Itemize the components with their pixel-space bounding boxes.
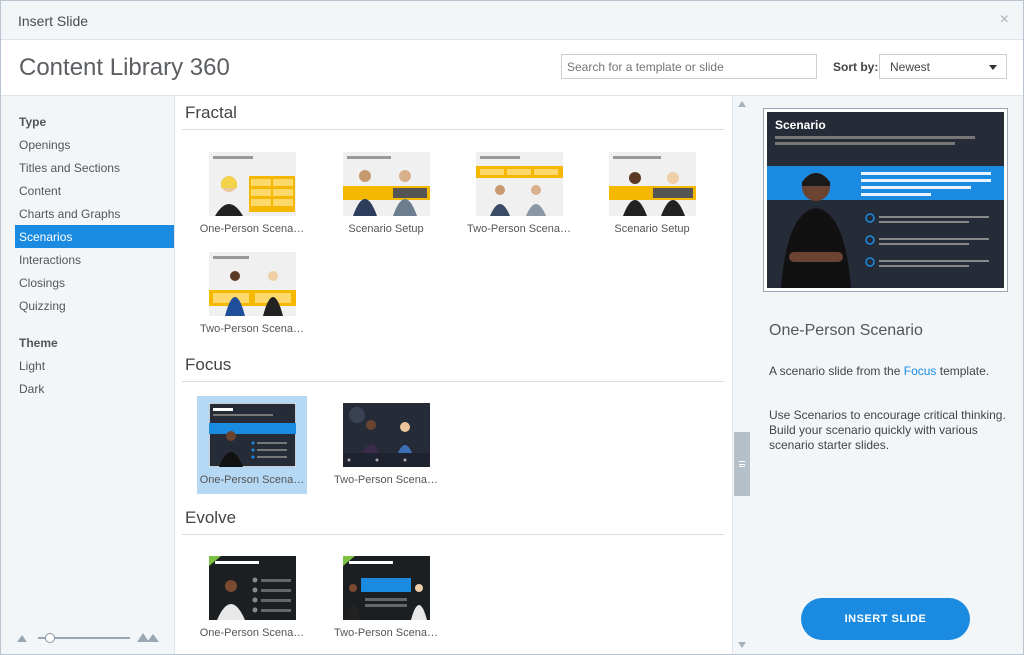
thumbnail-image: [343, 556, 430, 620]
sidebar-item-quizzing[interactable]: Quizzing: [15, 294, 174, 317]
thumbnail-zoom-slider[interactable]: [17, 631, 162, 645]
thumbnail-image: [343, 403, 430, 467]
thumbnail-label: One-Person Scena…: [199, 223, 305, 235]
thumbnail-image: [209, 556, 296, 620]
slide-thumbnail-fractal-scenario-setup-2[interactable]: Scenario Setup: [597, 145, 707, 243]
scroll-down-arrow-icon[interactable]: [738, 642, 746, 648]
thumbnail-label: One-Person Scena…: [199, 627, 305, 639]
slide-thumbnail-fractal-one-person[interactable]: One-Person Scena…: [197, 145, 307, 243]
slide-thumbnail-evolve-two-person[interactable]: Two-Person Scena…: [331, 549, 441, 647]
sidebar-item-light[interactable]: Light: [15, 354, 174, 377]
preview-description: A scenario slide from the Focus template…: [769, 364, 990, 378]
sidebar-item-charts-and-graphs[interactable]: Charts and Graphs: [15, 202, 174, 225]
scrollbar-thumb[interactable]: [734, 432, 750, 496]
sidebar-item-closings[interactable]: Closings: [15, 271, 174, 294]
search-input[interactable]: [561, 54, 817, 79]
preview-image: Scenario: [767, 112, 1004, 288]
preview-pane: Scenario One-Person Scenario A scenario …: [750, 96, 1023, 654]
group-title-fractal: Fractal: [185, 103, 237, 122]
sidebar-item-interactions[interactable]: Interactions: [15, 248, 174, 271]
slide-thumbnail-fractal-scenario-setup[interactable]: Scenario Setup: [331, 145, 441, 243]
template-link[interactable]: Focus: [904, 364, 937, 378]
sidebar-item-content[interactable]: Content: [15, 179, 174, 202]
grip-icon: [739, 461, 745, 467]
close-icon[interactable]: ×: [1000, 11, 1009, 29]
preview-title: One-Person Scenario: [769, 322, 923, 339]
group-title-evolve: Evolve: [185, 508, 237, 527]
group-title-focus: Focus: [185, 355, 232, 374]
slide-thumbnail-focus-one-person[interactable]: One-Person Scena…: [197, 396, 307, 494]
filter-sidebar: Type Openings Titles and Sections Conten…: [1, 96, 175, 654]
sidebar-item-titles-and-sections[interactable]: Titles and Sections: [15, 156, 174, 179]
slide-thumbnail-focus-two-person[interactable]: Two-Person Scena…: [331, 396, 441, 494]
theme-heading: Theme: [19, 336, 58, 350]
group-divider: [182, 534, 724, 535]
thumbnail-image: [343, 152, 430, 216]
sort-value: Newest: [890, 60, 931, 74]
title-bar: Insert Slide ×: [1, 1, 1023, 40]
thumbnail-label: Two-Person Scena…: [334, 627, 438, 639]
insert-slide-dialog: Insert Slide × Content Library 360 Sort …: [0, 0, 1024, 655]
group-divider: [182, 381, 724, 382]
slide-preview: Scenario: [763, 108, 1008, 292]
sidebar-item-openings[interactable]: Openings: [15, 133, 174, 156]
thumbnail-label: Two-Person Scena…: [467, 223, 571, 235]
thumbnail-image: [209, 152, 296, 216]
mountain-small-icon: [17, 635, 27, 642]
group-divider: [182, 129, 724, 130]
sidebar-item-scenarios[interactable]: Scenarios: [15, 225, 174, 248]
thumbnail-label: Scenario Setup: [348, 223, 424, 235]
scroll-up-arrow-icon[interactable]: [738, 101, 746, 107]
thumbnail-label: Two-Person Scena…: [200, 323, 304, 335]
type-heading: Type: [19, 115, 47, 129]
thumbnail-image: [476, 152, 563, 216]
sidebar-item-dark[interactable]: Dark: [15, 377, 174, 400]
thumbnail-label: Scenario Setup: [614, 223, 690, 235]
slide-thumbnail-fractal-two-person-2[interactable]: Two-Person Scena…: [197, 245, 307, 343]
slide-thumbnail-evolve-one-person[interactable]: One-Person Scena…: [197, 549, 307, 647]
insert-slide-button[interactable]: INSERT SLIDE: [801, 598, 970, 640]
thumbnail-label: One-Person Scena…: [199, 474, 305, 486]
thumbnail-image: [209, 252, 296, 316]
sort-label: Sort by:: [833, 60, 879, 74]
slide-thumbnail-fractal-two-person[interactable]: Two-Person Scena…: [464, 145, 574, 243]
preview-slide-heading: Scenario: [775, 118, 826, 132]
thumbnail-label: Two-Person Scena…: [334, 474, 438, 486]
zoom-handle[interactable]: [45, 633, 55, 643]
thumbnail-image: [609, 152, 696, 216]
thumbnail-image: [209, 403, 296, 467]
library-header: Content Library 360 Sort by: Newest: [1, 40, 1023, 96]
app-title: Content Library 360: [19, 54, 230, 81]
chevron-down-icon: [989, 65, 997, 70]
window-title: Insert Slide: [18, 13, 89, 29]
gallery-scrollbar[interactable]: [732, 96, 750, 654]
sort-dropdown[interactable]: Newest: [879, 54, 1007, 79]
template-gallery: Fractal One-Person Scena… Scenario Setup…: [176, 96, 732, 654]
preview-body-text: Use Scenarios to encourage critical thin…: [769, 408, 1006, 452]
